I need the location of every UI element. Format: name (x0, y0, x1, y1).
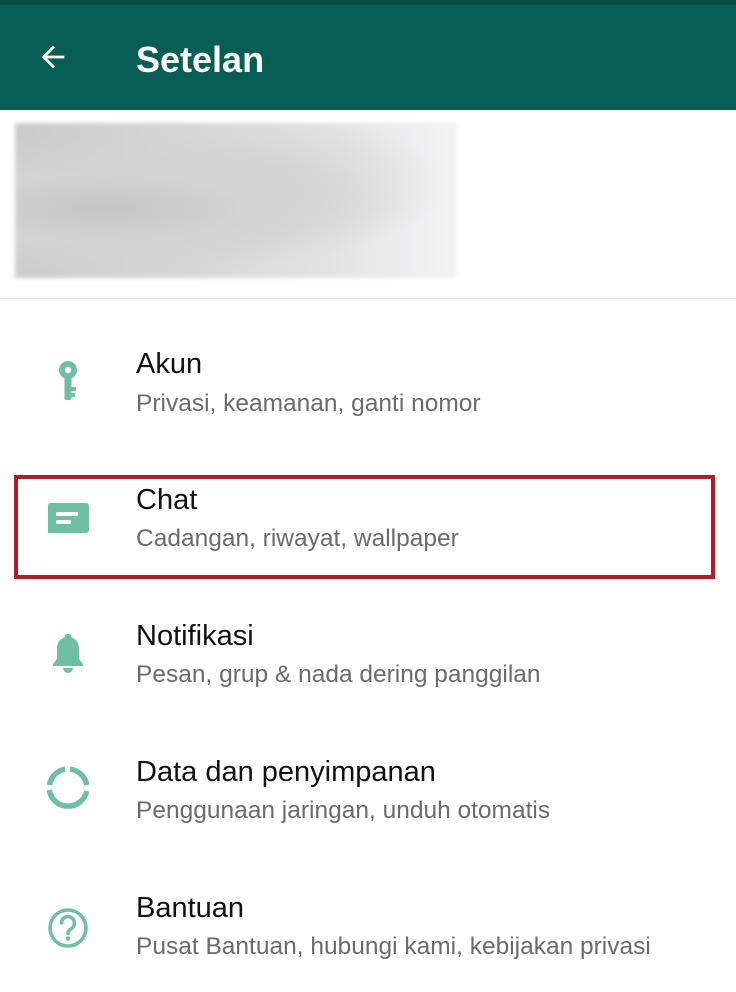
key-icon (40, 354, 96, 410)
settings-item-subtitle: Privasi, keamanan, ganti nomor (136, 390, 481, 417)
app-bar: Setelan (0, 0, 736, 110)
back-button[interactable] (26, 32, 80, 82)
arrow-left-icon (41, 45, 65, 69)
settings-item-data-dan-penyimpanan[interactable]: Data dan penyimpanan Penggunaan jaringan… (0, 720, 736, 856)
settings-item-label: Notifikasi (136, 620, 254, 652)
settings-item-subtitle: Pesan, grup & nada dering panggilan (136, 661, 541, 688)
page-title: Setelan (136, 39, 265, 80)
profile-section[interactable] (0, 110, 736, 299)
settings-item-label: Akun (136, 348, 203, 380)
settings-item-label: Data dan penyimpanan (136, 756, 436, 788)
help-icon (40, 900, 96, 956)
settings-item-label: Bantuan (136, 892, 245, 924)
bell-icon (40, 626, 96, 682)
settings-item-akun[interactable]: Akun Privasi, keamanan, ganti nomor (0, 312, 736, 448)
settings-item-bantuan[interactable]: Bantuan Pusat Bantuan, hubungi kami, keb… (0, 856, 736, 992)
settings-item-subtitle: Penggunaan jaringan, unduh otomatis (136, 797, 551, 824)
settings-item-subtitle: Pusat Bantuan, hubungi kami, kebijakan p… (136, 933, 651, 960)
data-usage-icon (40, 760, 96, 816)
highlight-box (14, 475, 715, 579)
status-bar-edge (0, 0, 736, 5)
profile-info-blurred (15, 123, 457, 278)
settings-item-notifikasi[interactable]: Notifikasi Pesan, grup & nada dering pan… (0, 584, 736, 720)
